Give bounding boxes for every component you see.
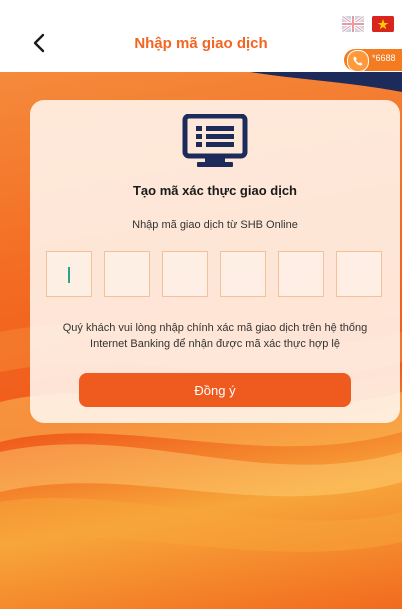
code-digit-6[interactable] [336, 251, 382, 297]
card-subtitle: Nhập mã giao dịch từ SHB Online [132, 219, 298, 231]
otp-card: Tạo mã xác thực giao dịch Nhập mã giao d… [30, 100, 400, 423]
code-digit-5[interactable] [278, 251, 324, 297]
monitor-list-icon [182, 114, 248, 167]
vietnam-flag-icon[interactable] [372, 16, 394, 32]
language-switcher [342, 12, 402, 40]
phone-icon [347, 50, 369, 72]
code-digit-1[interactable] [46, 251, 92, 297]
app-header: Nhập mã giao dịch *6688 [0, 0, 402, 76]
code-input-row [46, 251, 386, 299]
code-digit-2[interactable] [104, 251, 150, 297]
agree-button[interactable]: Đồng ý [79, 373, 351, 407]
hotline-button[interactable]: *6688 [344, 49, 402, 72]
card-title: Tạo mã xác thực giao dịch [132, 183, 297, 198]
instruction-note: Quý khách vui lòng nhập chính xác mã gia… [62, 322, 368, 350]
uk-flag-icon[interactable] [342, 16, 364, 32]
code-digit-3[interactable] [162, 251, 208, 297]
code-digit-4[interactable] [220, 251, 266, 297]
hotline-number: *6688 [372, 53, 396, 63]
